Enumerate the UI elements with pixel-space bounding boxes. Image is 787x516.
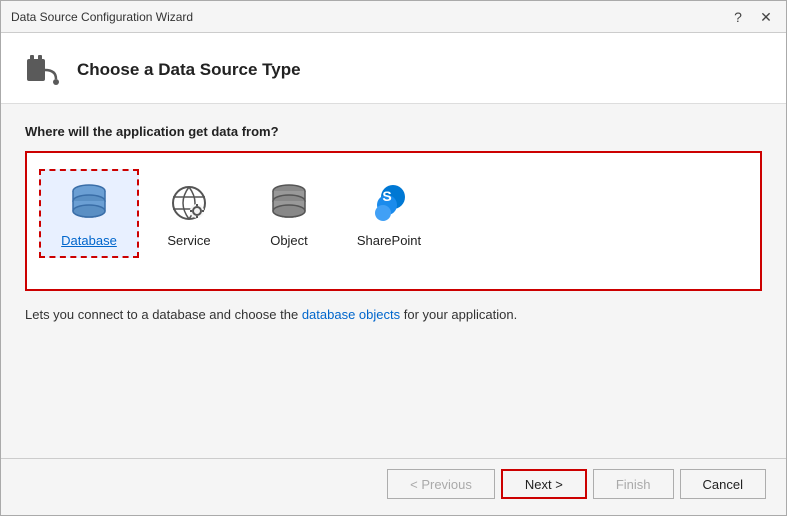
datasource-item-sharepoint[interactable]: S SharePoint (339, 169, 439, 258)
sharepoint-icon: S (365, 179, 413, 227)
datasource-label-database: Database (61, 233, 117, 248)
next-button[interactable]: Next > (501, 469, 587, 499)
datasource-selection-box: Database (25, 151, 762, 291)
datasource-item-object[interactable]: Object (239, 169, 339, 258)
footer: < Previous Next > Finish Cancel (1, 458, 786, 515)
wizard-window: Data Source Configuration Wizard ? ✕ Cho… (0, 0, 787, 516)
cancel-button[interactable]: Cancel (680, 469, 766, 499)
finish-button[interactable]: Finish (593, 469, 674, 499)
database-icon (65, 179, 113, 227)
description-text: Lets you connect to a database and choos… (25, 307, 762, 322)
datasource-label-service: Service (167, 233, 210, 248)
datasource-items: Database (39, 169, 748, 258)
wizard-header-title: Choose a Data Source Type (77, 60, 301, 80)
datasource-label-sharepoint: SharePoint (357, 233, 421, 248)
window-title: Data Source Configuration Wizard (11, 10, 193, 24)
description-highlight: database objects (302, 307, 400, 322)
question-label: Where will the application get data from… (25, 124, 762, 139)
datasource-item-database[interactable]: Database (39, 169, 139, 258)
wizard-header-icon (21, 49, 63, 91)
title-bar: Data Source Configuration Wizard ? ✕ (1, 1, 786, 33)
close-button[interactable]: ✕ (756, 7, 776, 27)
title-bar-controls: ? ✕ (728, 7, 776, 27)
datasource-item-service[interactable]: Service (139, 169, 239, 258)
main-body: Where will the application get data from… (1, 104, 786, 458)
help-button[interactable]: ? (728, 7, 748, 27)
service-icon (165, 179, 213, 227)
svg-text:S: S (382, 188, 391, 204)
header-section: Choose a Data Source Type (1, 33, 786, 104)
previous-button[interactable]: < Previous (387, 469, 495, 499)
datasource-label-object: Object (270, 233, 308, 248)
object-icon (265, 179, 313, 227)
